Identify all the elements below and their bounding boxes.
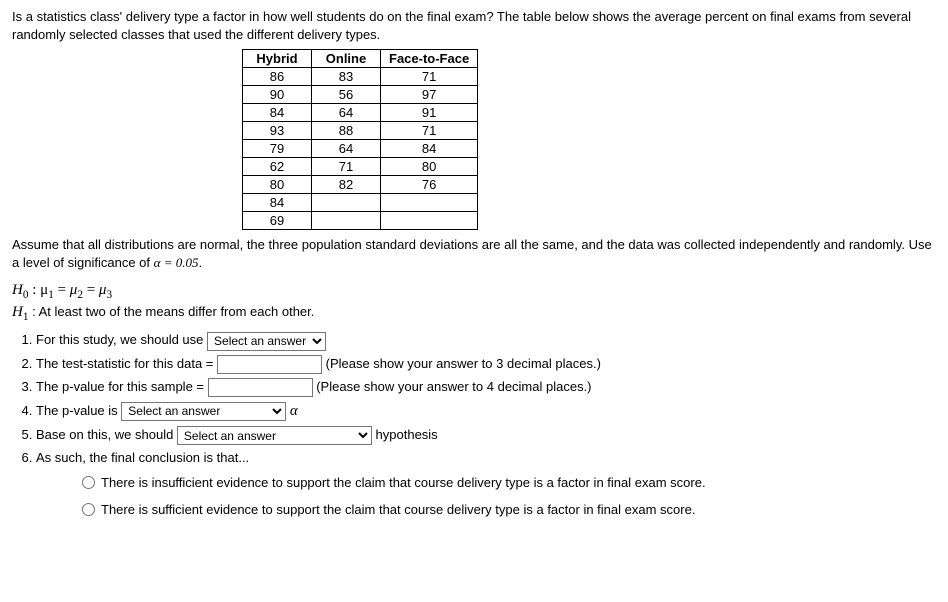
table-cell: 71 — [312, 158, 381, 176]
question-6: As such, the final conclusion is that...… — [36, 448, 936, 519]
table-cell: 64 — [312, 140, 381, 158]
table-row: 796484 — [243, 140, 478, 158]
hypotheses-block: H0 : μ1 = μ2 = μ3 H1 : At least two of t… — [12, 281, 936, 324]
q1-text: For this study, we should use — [36, 332, 207, 347]
question-1: For this study, we should use Select an … — [36, 330, 936, 350]
table-row: 938871 — [243, 122, 478, 140]
table-cell: 82 — [312, 176, 381, 194]
table-cell — [312, 212, 381, 230]
null-hypothesis: H0 : μ1 = μ2 = μ3 — [12, 281, 936, 303]
table-cell: 76 — [381, 176, 478, 194]
table-row: 627180 — [243, 158, 478, 176]
table-cell: 71 — [381, 68, 478, 86]
conclusion-options: There is insufficient evidence to suppor… — [82, 474, 936, 519]
question-4: The p-value is Select an answer α — [36, 400, 936, 423]
col-header: Face-to-Face — [381, 50, 478, 68]
assume-post: . — [199, 255, 203, 270]
q5-post: hypothesis — [372, 427, 438, 442]
table-cell: 93 — [243, 122, 312, 140]
table-cell: 64 — [312, 104, 381, 122]
table-cell — [381, 194, 478, 212]
table-cell: 91 — [381, 104, 478, 122]
assumptions-text: Assume that all distributions are normal… — [12, 236, 936, 271]
alpha-symbol: α — [290, 403, 298, 419]
q3-input[interactable] — [208, 378, 313, 397]
table-cell: 86 — [243, 68, 312, 86]
table-header-row: Hybrid Online Face-to-Face — [243, 50, 478, 68]
q4-text: The p-value is — [36, 403, 121, 418]
table-row: 905697 — [243, 86, 478, 104]
option-a-label: There is insufficient evidence to suppor… — [101, 474, 706, 492]
table-cell: 83 — [312, 68, 381, 86]
table-cell — [381, 212, 478, 230]
option-b-radio[interactable] — [82, 503, 95, 516]
table-cell: 90 — [243, 86, 312, 104]
option-b-label: There is sufficient evidence to support … — [101, 501, 695, 519]
table-row: 84 — [243, 194, 478, 212]
table-cell: 71 — [381, 122, 478, 140]
assume-pre: Assume that all distributions are normal… — [12, 237, 932, 270]
q5-select[interactable]: Select an answer — [177, 426, 372, 445]
col-header: Online — [312, 50, 381, 68]
alt-hypothesis: H1 : At least two of the means differ fr… — [12, 303, 936, 325]
table-cell: 84 — [381, 140, 478, 158]
q1-select[interactable]: Select an answer — [207, 332, 326, 351]
table-row: 846491 — [243, 104, 478, 122]
table-row: 69 — [243, 212, 478, 230]
intro-text: Is a statistics class' delivery type a f… — [12, 8, 936, 43]
table-row: 808276 — [243, 176, 478, 194]
option-a-radio[interactable] — [82, 476, 95, 489]
q2-text: The test-statistic for this data = — [36, 356, 217, 371]
question-5: Base on this, we should Select an answer… — [36, 425, 936, 445]
q3-text: The p-value for this sample = — [36, 379, 208, 394]
data-table: Hybrid Online Face-to-Face 8683719056978… — [242, 49, 478, 230]
col-header: Hybrid — [243, 50, 312, 68]
table-row: 868371 — [243, 68, 478, 86]
table-cell: 80 — [381, 158, 478, 176]
q2-input[interactable] — [217, 355, 322, 374]
alpha-expression: α = 0.05 — [154, 255, 199, 270]
q2-hint: (Please show your answer to 3 decimal pl… — [322, 356, 601, 371]
q6-text: As such, the final conclusion is that... — [36, 450, 249, 465]
q4-select[interactable]: Select an answer — [121, 402, 286, 421]
table-cell: 97 — [381, 86, 478, 104]
table-cell: 80 — [243, 176, 312, 194]
q3-hint: (Please show your answer to 4 decimal pl… — [313, 379, 592, 394]
table-cell: 69 — [243, 212, 312, 230]
q5-text: Base on this, we should — [36, 427, 177, 442]
table-cell: 56 — [312, 86, 381, 104]
question-3: The p-value for this sample = (Please sh… — [36, 377, 936, 397]
question-list: For this study, we should use Select an … — [36, 330, 936, 518]
table-cell: 84 — [243, 194, 312, 212]
table-cell: 62 — [243, 158, 312, 176]
table-cell: 84 — [243, 104, 312, 122]
question-2: The test-statistic for this data = (Plea… — [36, 354, 936, 374]
table-cell: 88 — [312, 122, 381, 140]
table-cell — [312, 194, 381, 212]
table-cell: 79 — [243, 140, 312, 158]
